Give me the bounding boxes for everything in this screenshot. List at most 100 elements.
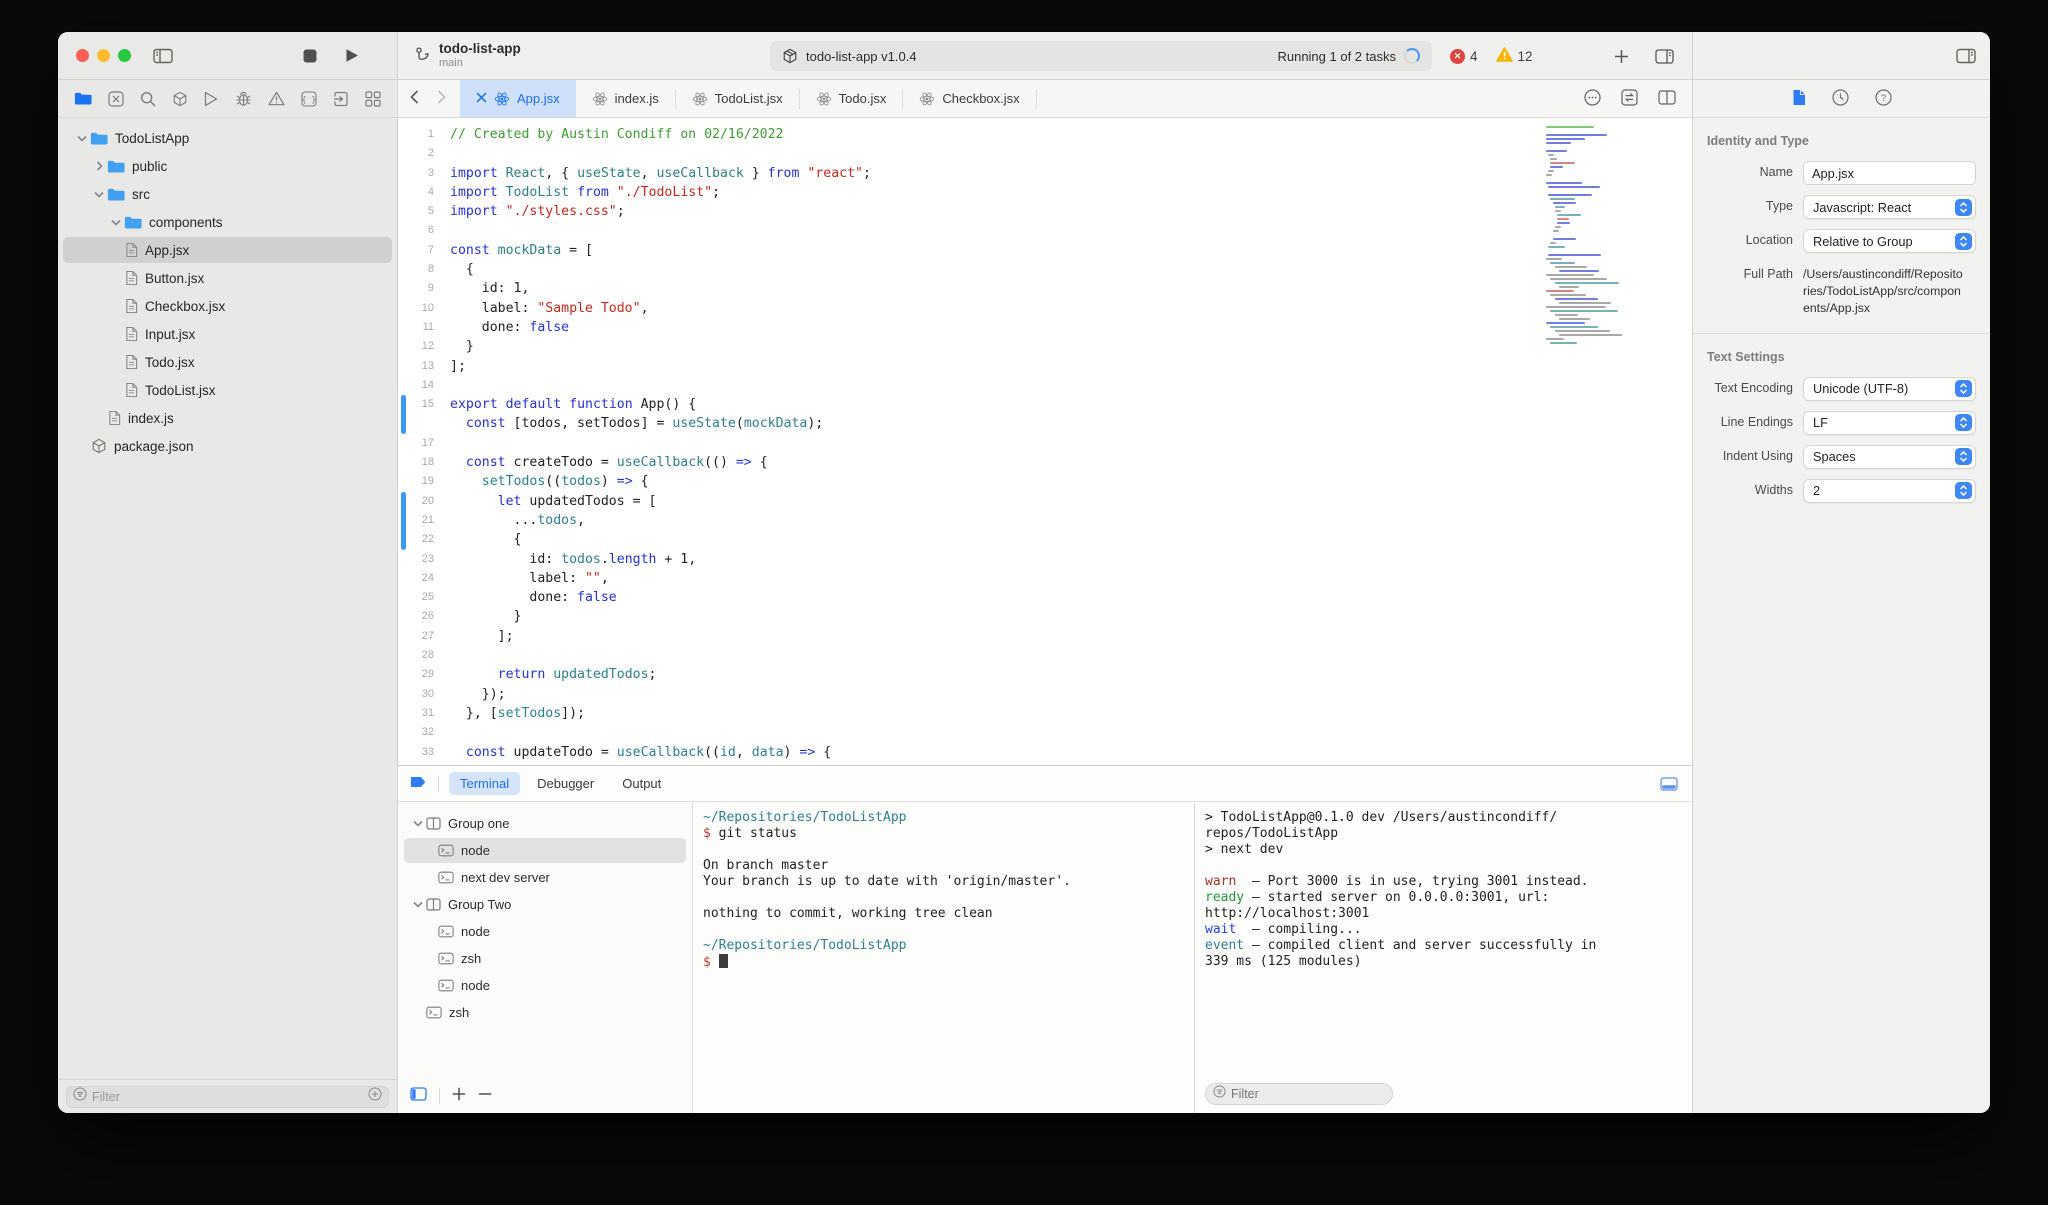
add-button[interactable]: [1614, 49, 1629, 64]
panel-tab-Terminal[interactable]: Terminal: [449, 772, 521, 795]
inspector-name-input[interactable]: [1803, 161, 1976, 185]
navigator-tab-square-x-icon[interactable]: [108, 90, 124, 107]
terminal-session-Group-one[interactable]: Group one: [398, 810, 692, 837]
terminal-session-node[interactable]: node: [398, 918, 692, 945]
more-options-icon[interactable]: [1584, 88, 1601, 109]
tab-Checkbox.jsx[interactable]: Checkbox.jsx: [903, 80, 1035, 117]
diagnostics[interactable]: ✕ 4 12: [1450, 32, 1533, 80]
inspector-select-widths[interactable]: 2: [1803, 478, 1976, 503]
panel-tab-Debugger[interactable]: Debugger: [526, 772, 605, 795]
sidebar-item-package.json[interactable]: package.json: [58, 432, 397, 460]
terminal-pane-left[interactable]: ~/Repositories/TodoListApp $ git status O…: [693, 802, 1195, 1113]
sidebar-item-index.js[interactable]: index.js: [58, 404, 397, 432]
sidebar-item-Input.jsx[interactable]: Input.jsx: [58, 320, 397, 348]
split-editor-icon[interactable]: [1658, 89, 1676, 108]
error-count-badge[interactable]: ✕ 4: [1450, 48, 1478, 64]
add-filter-icon[interactable]: [368, 1087, 382, 1106]
terminal-filter-field[interactable]: [1205, 1083, 1393, 1105]
navigator-tab-provision-icon[interactable]: [333, 91, 349, 107]
add-terminal-icon[interactable]: [452, 1087, 466, 1106]
inspector-select-location[interactable]: Relative to Group: [1803, 229, 1976, 253]
chevron-down-icon[interactable]: [410, 901, 426, 908]
terminal-session-zsh[interactable]: zsh: [398, 999, 692, 1026]
tab-App.jsx[interactable]: App.jsx: [460, 80, 576, 117]
file-inspector-icon[interactable]: [1792, 89, 1806, 109]
navigator-tab-bug-icon[interactable]: [235, 91, 252, 107]
navigator-tab-warning-outline-icon[interactable]: [268, 91, 285, 106]
chevron-down-icon[interactable]: [410, 820, 426, 827]
remove-terminal-icon[interactable]: [478, 1087, 492, 1106]
toggle-sessions-sidebar-icon[interactable]: [410, 1086, 427, 1106]
warning-count-badge[interactable]: 12: [1495, 47, 1533, 65]
navigator-filter-field[interactable]: [66, 1085, 389, 1108]
run-button[interactable]: [345, 48, 359, 63]
drawer-tag-icon[interactable]: [410, 775, 428, 792]
select-stepper-icon[interactable]: [1955, 232, 1972, 250]
inspector-field-value: 2: [1803, 478, 1976, 503]
sidebar-item-TodoList.jsx[interactable]: TodoList.jsx: [58, 376, 397, 404]
select-stepper-icon[interactable]: [1955, 414, 1972, 432]
close-window-button[interactable]: [76, 49, 89, 62]
code-editor[interactable]: 1 // Created by Austin Condiff on 02/16/2…: [398, 118, 1692, 765]
activity-viewer[interactable]: todo-list-app v1.0.4 Running 1 of 2 task…: [770, 41, 1432, 71]
chevron-down-icon[interactable]: [108, 219, 124, 226]
select-stepper-icon[interactable]: [1955, 380, 1972, 398]
toggle-left-sidebar-icon[interactable]: [153, 48, 173, 64]
collapse-panel-icon[interactable]: [1660, 776, 1678, 791]
select-stepper-icon[interactable]: [1955, 482, 1972, 500]
chevron-right-icon[interactable]: [91, 161, 107, 171]
minimap[interactable]: [1546, 126, 1646, 346]
react-file-icon: [816, 91, 832, 107]
navigator-filter-input[interactable]: [92, 1089, 363, 1104]
terminal-session-zsh[interactable]: zsh: [398, 945, 692, 972]
tab-Todo.jsx[interactable]: Todo.jsx: [800, 80, 903, 117]
sidebar-item-src[interactable]: src: [58, 180, 397, 208]
tab-TodoList.jsx[interactable]: TodoList.jsx: [676, 80, 799, 117]
inspector-select-indent-using[interactable]: Spaces: [1803, 444, 1976, 469]
panel-tab-Output[interactable]: Output: [611, 772, 672, 795]
close-tab-icon[interactable]: [476, 91, 487, 106]
terminal-session-node[interactable]: node: [398, 972, 692, 999]
inspector-select-type[interactable]: Javascript: React: [1803, 195, 1976, 219]
session-label: node: [461, 978, 490, 993]
sidebar-item-TodoListApp[interactable]: TodoListApp: [58, 124, 397, 152]
editor-layout-icon[interactable]: [1655, 48, 1674, 64]
chevron-down-icon[interactable]: [74, 135, 90, 142]
terminal-filter-input[interactable]: [1231, 1087, 1385, 1101]
select-stepper-icon[interactable]: [1955, 448, 1972, 466]
navigator-tab-folder-icon[interactable]: [74, 91, 92, 106]
minimize-window-button[interactable]: [97, 49, 110, 62]
inspector-select-line-endings[interactable]: LF: [1803, 410, 1976, 435]
code-line: 13];: [398, 357, 1692, 376]
sidebar-item-Checkbox.jsx[interactable]: Checkbox.jsx: [58, 292, 397, 320]
zoom-window-button[interactable]: [118, 49, 131, 62]
sidebar-item-Button.jsx[interactable]: Button.jsx: [58, 264, 397, 292]
inspector-select-text-encoding[interactable]: Unicode (UTF-8): [1803, 376, 1976, 401]
stop-task-button[interactable]: [303, 49, 317, 63]
history-back-icon[interactable]: [410, 90, 419, 107]
swap-file-icon[interactable]: [1621, 88, 1638, 109]
terminal-session-node[interactable]: node: [398, 837, 692, 864]
navigator-tab-play-outline-icon[interactable]: [204, 91, 218, 107]
sidebar-item-components[interactable]: components: [58, 208, 397, 236]
navigator-tab-braces-icon[interactable]: { }: [301, 90, 317, 107]
terminal-pane-right[interactable]: > TodoListApp@0.1.0 dev /Users/austincon…: [1195, 802, 1692, 1113]
navigator-tab-search-icon[interactable]: [140, 91, 156, 107]
code-line: 22 {: [398, 530, 1692, 549]
code-text: const updateTodo = useCallback((id, data…: [465, 744, 832, 760]
chevron-down-icon[interactable]: [91, 191, 107, 198]
select-stepper-icon[interactable]: [1955, 198, 1972, 216]
toggle-right-sidebar-icon[interactable]: [1956, 48, 1976, 64]
sidebar-item-Todo.jsx[interactable]: Todo.jsx: [58, 348, 397, 376]
navigator-tab-grid-icon[interactable]: [365, 90, 381, 107]
navigator-tab-package-icon[interactable]: [172, 91, 188, 107]
sidebar-item-public[interactable]: public: [58, 152, 397, 180]
project-identity[interactable]: todo-list-app main: [398, 41, 521, 69]
history-inspector-icon[interactable]: [1831, 88, 1849, 109]
history-forward-icon[interactable]: [437, 90, 446, 107]
terminal-session-next-dev-server[interactable]: next dev server: [398, 864, 692, 891]
help-inspector-icon[interactable]: ?: [1874, 88, 1892, 109]
tab-index.js[interactable]: index.js: [576, 80, 675, 117]
terminal-session-Group-Two[interactable]: Group Two: [398, 891, 692, 918]
sidebar-item-App.jsx[interactable]: App.jsx: [58, 236, 397, 264]
